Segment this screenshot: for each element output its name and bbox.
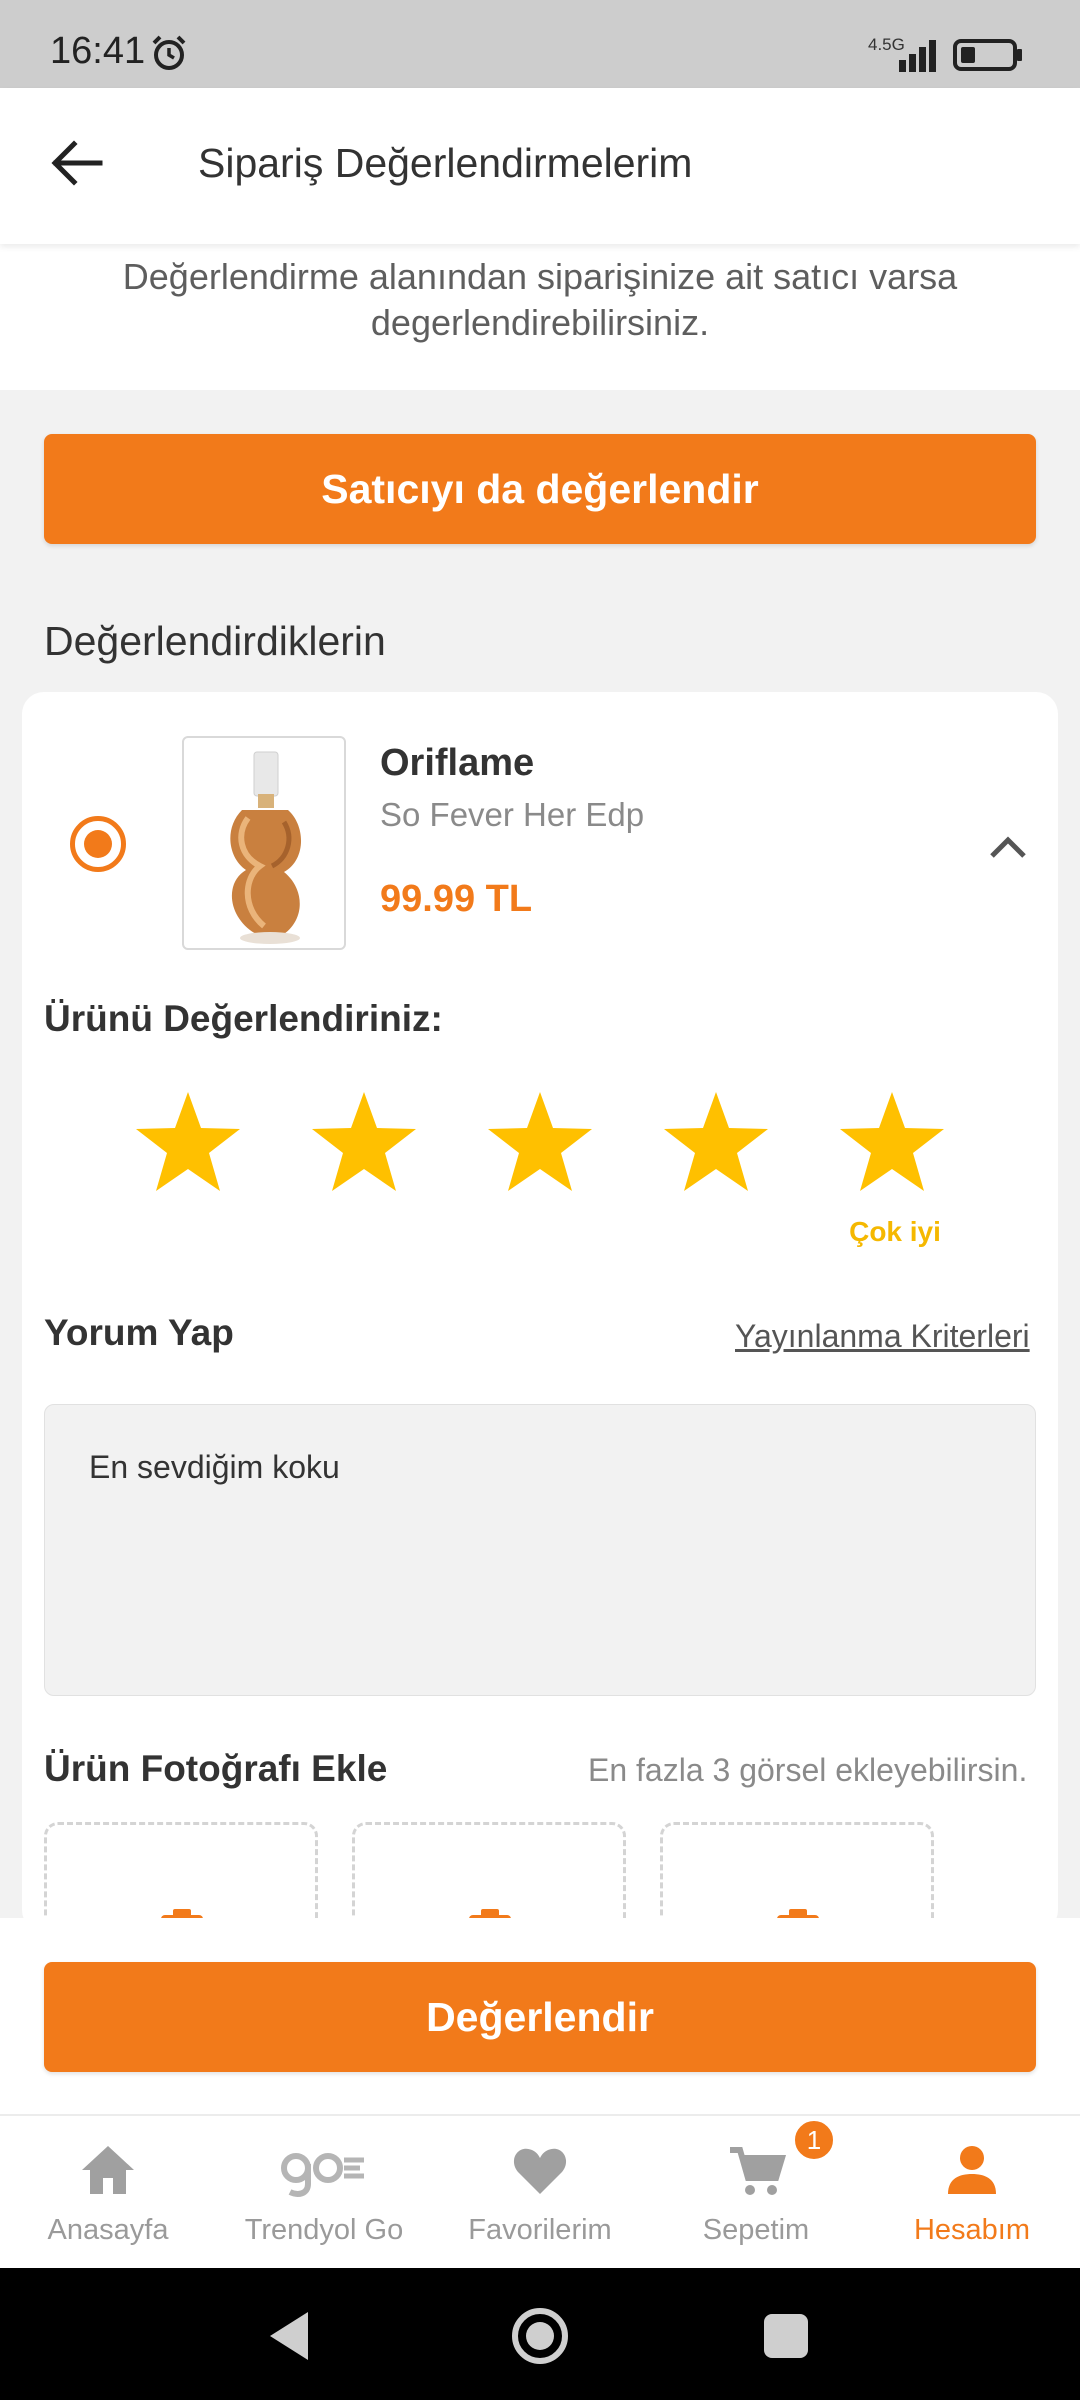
product-select-radio[interactable] (70, 816, 126, 872)
comment-title: Yorum Yap (44, 1312, 234, 1353)
nav-label-cart: Sepetim (702, 2214, 810, 2246)
publishing-criteria-link[interactable]: Yayınlanma Kriterleri (735, 1318, 1030, 1355)
star-4-icon[interactable] (662, 1090, 770, 1194)
page-title: Sipariş Değerlendirmelerim (198, 140, 693, 186)
nav-label-account: Hesabım (913, 2214, 1031, 2246)
product-price: 99.99 TL (380, 878, 533, 920)
back-arrow-icon[interactable] (48, 138, 106, 188)
nav-item-cart[interactable]: 1 Sepetim (648, 2116, 864, 2270)
product-image (182, 736, 346, 950)
battery-icon (953, 39, 1022, 71)
reviewed-section-title: Değerlendirdiklerin (44, 618, 386, 664)
photo-slot-1[interactable] (44, 1822, 318, 1922)
product-brand: Oriflame (380, 742, 535, 784)
nav-label-trendyol-go: Trendyol Go (244, 2214, 404, 2246)
star-1-icon[interactable] (134, 1090, 242, 1194)
nav-label-home: Anasayfa (47, 2214, 169, 2246)
rating-title: Ürünü Değerlendiriniz: (44, 998, 443, 1039)
status-bar: 16:41 4.5G (0, 0, 1080, 88)
bottom-navigation: Anasayfa Trendyol Go Favorilerim 1 Sepet… (0, 2114, 1080, 2268)
nav-item-trendyol-go[interactable]: Trendyol Go (216, 2116, 432, 2270)
go-icon (281, 2153, 364, 2197)
rating-label: Çok iyi (849, 1216, 941, 1247)
cart-icon (730, 2147, 786, 2195)
nav-item-favorites[interactable]: Favorilerim (432, 2116, 648, 2270)
star-2-icon[interactable] (310, 1090, 418, 1194)
add-photo-title: Ürün Fotoğrafı Ekle (44, 1748, 388, 1789)
nav-item-home[interactable]: Anasayfa (0, 2116, 216, 2270)
heart-icon (513, 2148, 567, 2194)
app-header: Sipariş Değerlendirmelerim (0, 88, 1080, 244)
info-line-2: degerlendirebilirsiniz. (370, 302, 710, 343)
photo-slot-2[interactable] (352, 1822, 626, 1922)
cart-badge: 1 (792, 2118, 836, 2162)
nav-label-favorites: Favorilerim (468, 2214, 612, 2246)
system-navigation-bar (0, 2268, 1080, 2400)
photo-slot-3[interactable] (660, 1822, 934, 1922)
star-5-icon[interactable] (838, 1090, 946, 1194)
star-3-icon[interactable] (486, 1090, 594, 1194)
rate-seller-button[interactable]: Satıcıyı da değerlendir (44, 434, 1036, 544)
product-name: So Fever Her Edp (380, 796, 645, 833)
user-icon (948, 2146, 996, 2194)
add-photo-hint: En fazla 3 görsel ekleyebilirsin. (588, 1752, 1028, 1788)
nav-item-account[interactable]: Hesabım (864, 2116, 1080, 2270)
alarm-icon (152, 35, 186, 70)
status-time: 16:41 (50, 30, 146, 72)
comment-textarea[interactable]: En sevdiğim koku (44, 1404, 1036, 1696)
system-home-icon[interactable] (510, 2306, 570, 2366)
perfume-bottle-illustration (230, 751, 302, 944)
system-back-icon[interactable] (262, 2306, 322, 2366)
system-recents-icon[interactable] (756, 2306, 816, 2366)
chevron-up-icon[interactable] (988, 832, 1028, 860)
signal-icon (899, 40, 936, 72)
info-text-block: Değerlendirme alanından siparişinize ait… (0, 244, 1080, 390)
submit-review-button[interactable]: Değerlendir (44, 1962, 1036, 2072)
home-icon (82, 2146, 134, 2194)
info-line-1: Değerlendirme alanından siparişinize ait… (122, 256, 958, 297)
